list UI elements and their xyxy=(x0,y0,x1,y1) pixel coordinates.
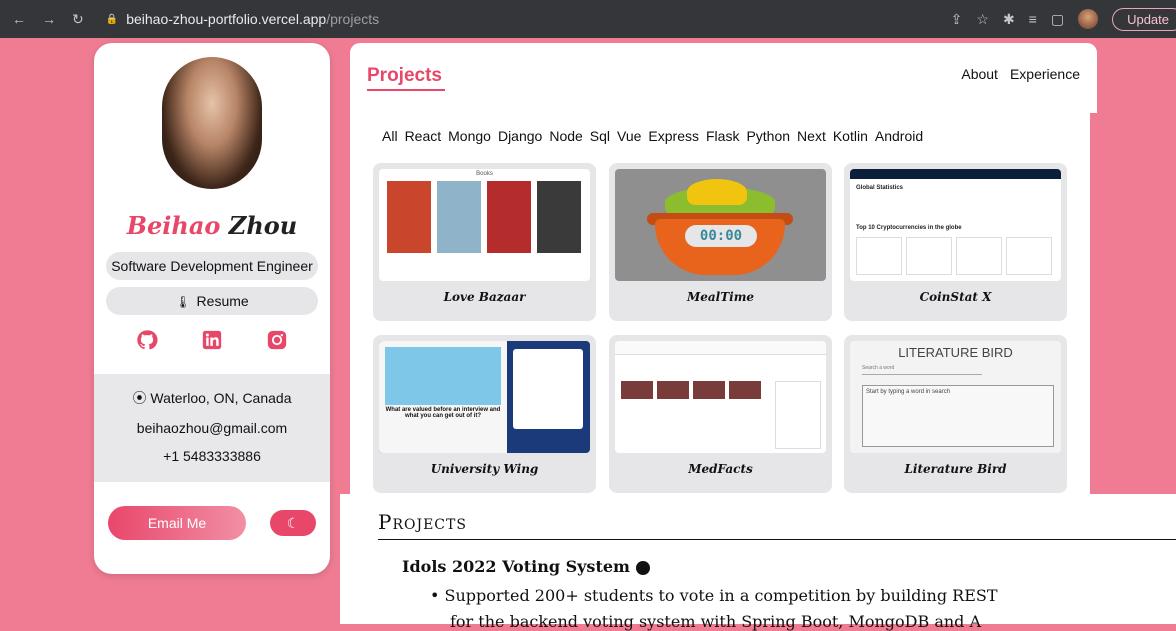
linkedin-icon[interactable] xyxy=(201,329,223,351)
email-me-button[interactable]: Email Me xyxy=(108,506,246,540)
email-text[interactable]: beihaozhou@gmail.com xyxy=(94,420,330,436)
resume-bullet-continuation: for the backend voting system with Sprin… xyxy=(450,612,982,631)
dark-mode-toggle[interactable]: ☾ xyxy=(270,510,316,536)
lit-search-input: Search a word xyxy=(862,365,982,375)
reading-list-icon[interactable]: ≡ xyxy=(1029,11,1037,27)
filter-react[interactable]: React xyxy=(405,128,442,144)
page-title: Projects xyxy=(367,65,442,86)
share-icon[interactable]: ⇪ xyxy=(951,11,963,28)
project-thumbnail: What are valued before an interview and … xyxy=(379,341,590,453)
nav-about[interactable]: About xyxy=(961,66,998,82)
project-thumbnail: Global Statistics Top 10 Cryptocurrencie… xyxy=(850,169,1061,281)
profile-name: Beihao Zhou xyxy=(94,211,330,240)
profile-card: Beihao Zhou Software Development Enginee… xyxy=(94,43,330,574)
reload-icon[interactable]: ↻ xyxy=(72,11,84,28)
project-card-literature-bird[interactable]: LITERATURE BIRD Search a word Start by t… xyxy=(844,335,1067,493)
project-thumbnail: Books xyxy=(379,169,590,281)
filter-sql[interactable]: Sql xyxy=(590,128,610,144)
thermometer-icon: 🌡 xyxy=(175,295,191,309)
project-card-medfacts[interactable]: MedFacts xyxy=(609,335,832,493)
project-title: CoinStat X xyxy=(919,290,992,304)
social-links xyxy=(94,329,330,351)
lit-text-area: Start by typing a word in search xyxy=(862,385,1054,447)
avatar xyxy=(162,57,262,189)
filter-django[interactable]: Django xyxy=(498,128,542,144)
global-stats-label: Global Statistics xyxy=(856,185,904,191)
project-thumbnail xyxy=(615,341,826,453)
filter-next[interactable]: Next xyxy=(797,128,826,144)
section-rule xyxy=(378,539,1176,540)
project-title: MealTime xyxy=(686,290,755,304)
project-card-university-wing[interactable]: What are valued before an interview and … xyxy=(373,335,596,493)
profile-avatar-icon[interactable] xyxy=(1078,9,1099,29)
filter-mongo[interactable]: Mongo xyxy=(448,128,491,144)
timer-text: 00:00 xyxy=(685,225,757,247)
url-path: /projects xyxy=(326,11,380,27)
forward-icon[interactable]: → xyxy=(42,11,56,27)
url-host: beihao-zhou-portfolio.vercel.app xyxy=(126,11,327,27)
resume-document: Projects Idols 2022 Voting System • Supp… xyxy=(340,494,1176,631)
project-card-coinstat[interactable]: Global Statistics Top 10 Cryptocurrencie… xyxy=(844,163,1067,321)
filter-all[interactable]: All xyxy=(382,128,398,144)
first-name: Beihao xyxy=(126,211,221,240)
last-name: Zhou xyxy=(228,211,298,240)
project-card-love-bazaar[interactable]: Books Love Bazaar xyxy=(373,163,596,321)
scrollbar[interactable] xyxy=(1090,113,1097,503)
resume-label: Resume xyxy=(196,293,249,309)
title-underline xyxy=(367,89,445,91)
github-icon xyxy=(635,560,650,575)
lit-title: LITERATURE BIRD xyxy=(898,345,1013,360)
resume-bullet: • Supported 200+ students to vote in a c… xyxy=(430,586,998,605)
nav-experience[interactable]: Experience xyxy=(1010,66,1080,82)
books-label: Books xyxy=(476,171,493,177)
phone-text[interactable]: +1 5483333886 xyxy=(94,448,330,464)
role-badge: Software Development Engineer xyxy=(106,252,318,280)
filter-bar: All React Mongo Django Node Sql Vue Expr… xyxy=(382,128,923,144)
contact-section: ⦿ Waterloo, ON, Canada beihaozhou@gmail.… xyxy=(94,374,330,482)
project-title: University Wing xyxy=(430,462,539,476)
filter-express[interactable]: Express xyxy=(648,128,699,144)
map-pin-icon: ⦿ xyxy=(132,390,147,406)
back-icon[interactable]: ← xyxy=(12,11,26,27)
resume-section-title: Projects xyxy=(378,510,467,534)
resume-button[interactable]: 🌡 Resume xyxy=(106,287,318,315)
filter-python[interactable]: Python xyxy=(746,128,790,144)
filter-kotlin[interactable]: Kotlin xyxy=(833,128,868,144)
location-row: ⦿ Waterloo, ON, Canada xyxy=(94,388,330,408)
github-icon[interactable] xyxy=(136,329,158,351)
address-bar[interactable]: 🔒 beihao-zhou-portfolio.vercel.app/proje… xyxy=(106,11,379,27)
resume-project-title: Idols 2022 Voting System xyxy=(402,557,650,576)
project-title: Love Bazaar xyxy=(443,290,526,304)
project-thumbnail: 00:00 xyxy=(615,169,826,281)
browser-toolbar: ← → ↻ 🔒 beihao-zhou-portfolio.vercel.app… xyxy=(0,0,1176,38)
project-title: MedFacts xyxy=(688,462,753,476)
filter-vue[interactable]: Vue xyxy=(617,128,641,144)
extensions-icon[interactable]: ✱ xyxy=(1003,11,1015,28)
projects-panel: Projects About Experience All React Mong… xyxy=(350,43,1097,503)
filter-flask[interactable]: Flask xyxy=(706,128,739,144)
filter-node[interactable]: Node xyxy=(549,128,582,144)
top-nav: About Experience xyxy=(961,66,1080,82)
filter-android[interactable]: Android xyxy=(875,128,923,144)
top-crypto-label: Top 10 Cryptocurrencies in the globe xyxy=(856,225,962,231)
project-card-mealtime[interactable]: 00:00 MealTime xyxy=(609,163,832,321)
side-panel-icon[interactable]: ▢ xyxy=(1051,11,1064,28)
bookmark-star-icon[interactable]: ☆ xyxy=(976,11,989,28)
lock-icon: 🔒 xyxy=(105,13,119,25)
location-text: Waterloo, ON, Canada xyxy=(150,390,292,406)
project-thumbnail: LITERATURE BIRD Search a word Start by t… xyxy=(850,341,1061,453)
moon-icon: ☾ xyxy=(286,515,300,531)
article-caption: What are valued before an interview and … xyxy=(385,407,501,419)
instagram-icon[interactable] xyxy=(266,329,288,351)
update-button[interactable]: Update xyxy=(1112,7,1176,31)
project-title: Literature Bird xyxy=(904,462,1007,476)
resume-project-name: Idols 2022 Voting System xyxy=(402,557,630,576)
